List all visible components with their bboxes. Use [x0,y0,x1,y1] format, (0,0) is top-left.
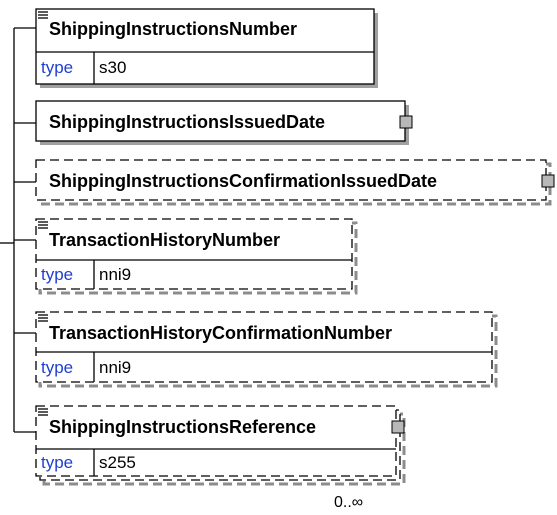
element-name: TransactionHistoryConfirmationNumber [49,323,393,343]
type-value: nni9 [99,265,132,284]
element-name: ShippingInstructionsIssuedDate [49,112,326,132]
type-value: s30 [99,58,127,77]
type-label: type [41,58,74,77]
type-label: type [41,265,74,284]
type-label: type [41,453,74,472]
element-name: ShippingInstructionsNumber [49,19,298,39]
type-value: nni9 [99,358,132,377]
element-name: TransactionHistoryNumber [49,230,281,250]
type-value: s255 [99,453,136,472]
element-name: ShippingInstructionsConfirmationIssuedDa… [49,171,438,191]
type-label: type [41,358,74,377]
element-name: ShippingInstructionsReference [49,417,317,437]
occurrence-label: 0..∞ [334,494,364,511]
